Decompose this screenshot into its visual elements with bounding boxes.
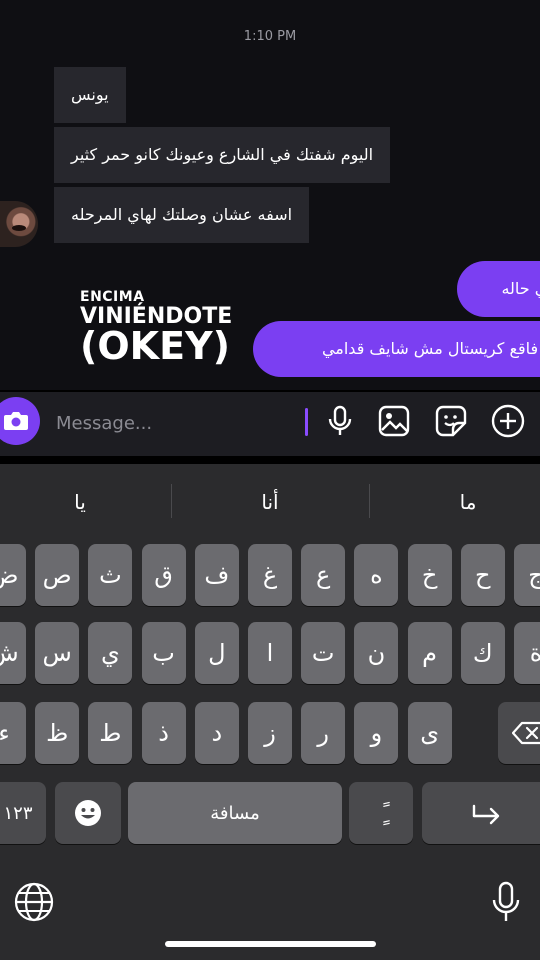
suggestion-bar: يا أنا ما [0,464,540,538]
key-0-9[interactable]: ح [460,544,505,606]
return-key[interactable] [422,782,540,844]
message-input[interactable] [54,410,298,436]
camera-button[interactable] [0,397,40,445]
key-0-0[interactable]: ض [0,544,26,606]
key-0-4[interactable]: ف [194,544,239,606]
sticker-line-3: (OKEY) [80,324,230,368]
key-0-1[interactable]: ص [35,544,80,606]
message-composer [0,392,540,456]
return-icon [472,804,500,825]
space-key[interactable]: مسافة [128,782,342,844]
key-0-3[interactable]: ق [141,544,186,606]
key-2-8[interactable]: ى [407,702,452,764]
sticker-line-1: ENCIMA [80,289,145,305]
suggestion-divider [369,484,370,518]
key-2-6[interactable]: ر [301,702,346,764]
key-2-1[interactable]: ظ [35,702,80,764]
diacritics-key[interactable]: ًٍ [349,782,413,844]
key-1-5[interactable]: ا [248,622,292,684]
backspace-key[interactable] [498,702,540,764]
microphone-icon [328,405,352,435]
key-2-3[interactable]: ذ [141,702,186,764]
key-1-10[interactable]: ة [514,622,540,684]
gif-sticker[interactable]: ENCIMA VINIÉNDOTE (OKEY) [80,289,232,368]
chat-thread: 1:10 PM يونس اليوم شفتك في الشارع وعيونك… [0,0,540,390]
key-1-6[interactable]: ت [301,622,346,684]
dictation-button[interactable] [488,880,524,924]
suggestion-divider [171,484,172,518]
incoming-message-1[interactable]: يونس [54,67,126,123]
backspace-icon [512,721,540,745]
globe-button[interactable] [14,882,54,922]
microphone-icon [492,881,520,921]
add-icon [491,404,525,438]
text-cursor [305,408,308,436]
image-icon [378,405,410,437]
key-1-7[interactable]: ن [354,622,399,684]
key-2-5[interactable]: ز [248,702,292,764]
key-1-4[interactable]: ل [194,622,239,684]
key-0-7[interactable]: ه [354,544,399,606]
camera-icon [4,412,28,430]
sticker-icon [435,405,467,437]
key-0-5[interactable]: غ [248,544,292,606]
key-2-2[interactable]: ط [88,702,133,764]
sticker-button[interactable] [434,404,468,438]
numbers-key[interactable]: ١٢٣ [0,782,46,844]
key-0-8[interactable]: خ [407,544,452,606]
outgoing-message-1[interactable]: اني حاله [457,261,540,317]
globe-icon [14,882,54,922]
contact-avatar[interactable] [0,201,38,247]
suggestion-3[interactable]: ما [388,482,540,522]
outgoing-message-2[interactable]: انا فاقع كريستال مش شايف قدامي [253,321,540,377]
key-2-7[interactable]: و [354,702,399,764]
home-indicator[interactable] [165,941,376,947]
add-button[interactable] [491,404,525,438]
gallery-button[interactable] [377,404,411,438]
key-0-6[interactable]: ع [301,544,346,606]
key-1-9[interactable]: ك [460,622,505,684]
key-1-2[interactable]: ي [88,622,133,684]
key-0-10[interactable]: ج [514,544,540,606]
key-1-0[interactable]: ش [0,622,26,684]
key-1-3[interactable]: ب [141,622,186,684]
emoji-key[interactable] [55,782,121,844]
key-2-4[interactable]: د [194,702,239,764]
suggestion-1[interactable]: يا [0,482,160,522]
message-timestamp: 1:10 PM [243,29,297,44]
incoming-message-2[interactable]: اليوم شفتك في الشارع وعيونك كانو حمر كثي… [54,127,391,183]
microphone-button[interactable] [323,404,357,438]
suggestion-2[interactable]: أنا [190,482,350,522]
key-1-8[interactable]: م [407,622,452,684]
key-0-2[interactable]: ث [88,544,133,606]
emoji-icon [75,800,101,826]
incoming-message-3[interactable]: اسفه عشان وصلتك لهاي المرحله [54,187,310,243]
key-2-0[interactable]: ء [0,702,26,764]
key-1-1[interactable]: س [35,622,80,684]
